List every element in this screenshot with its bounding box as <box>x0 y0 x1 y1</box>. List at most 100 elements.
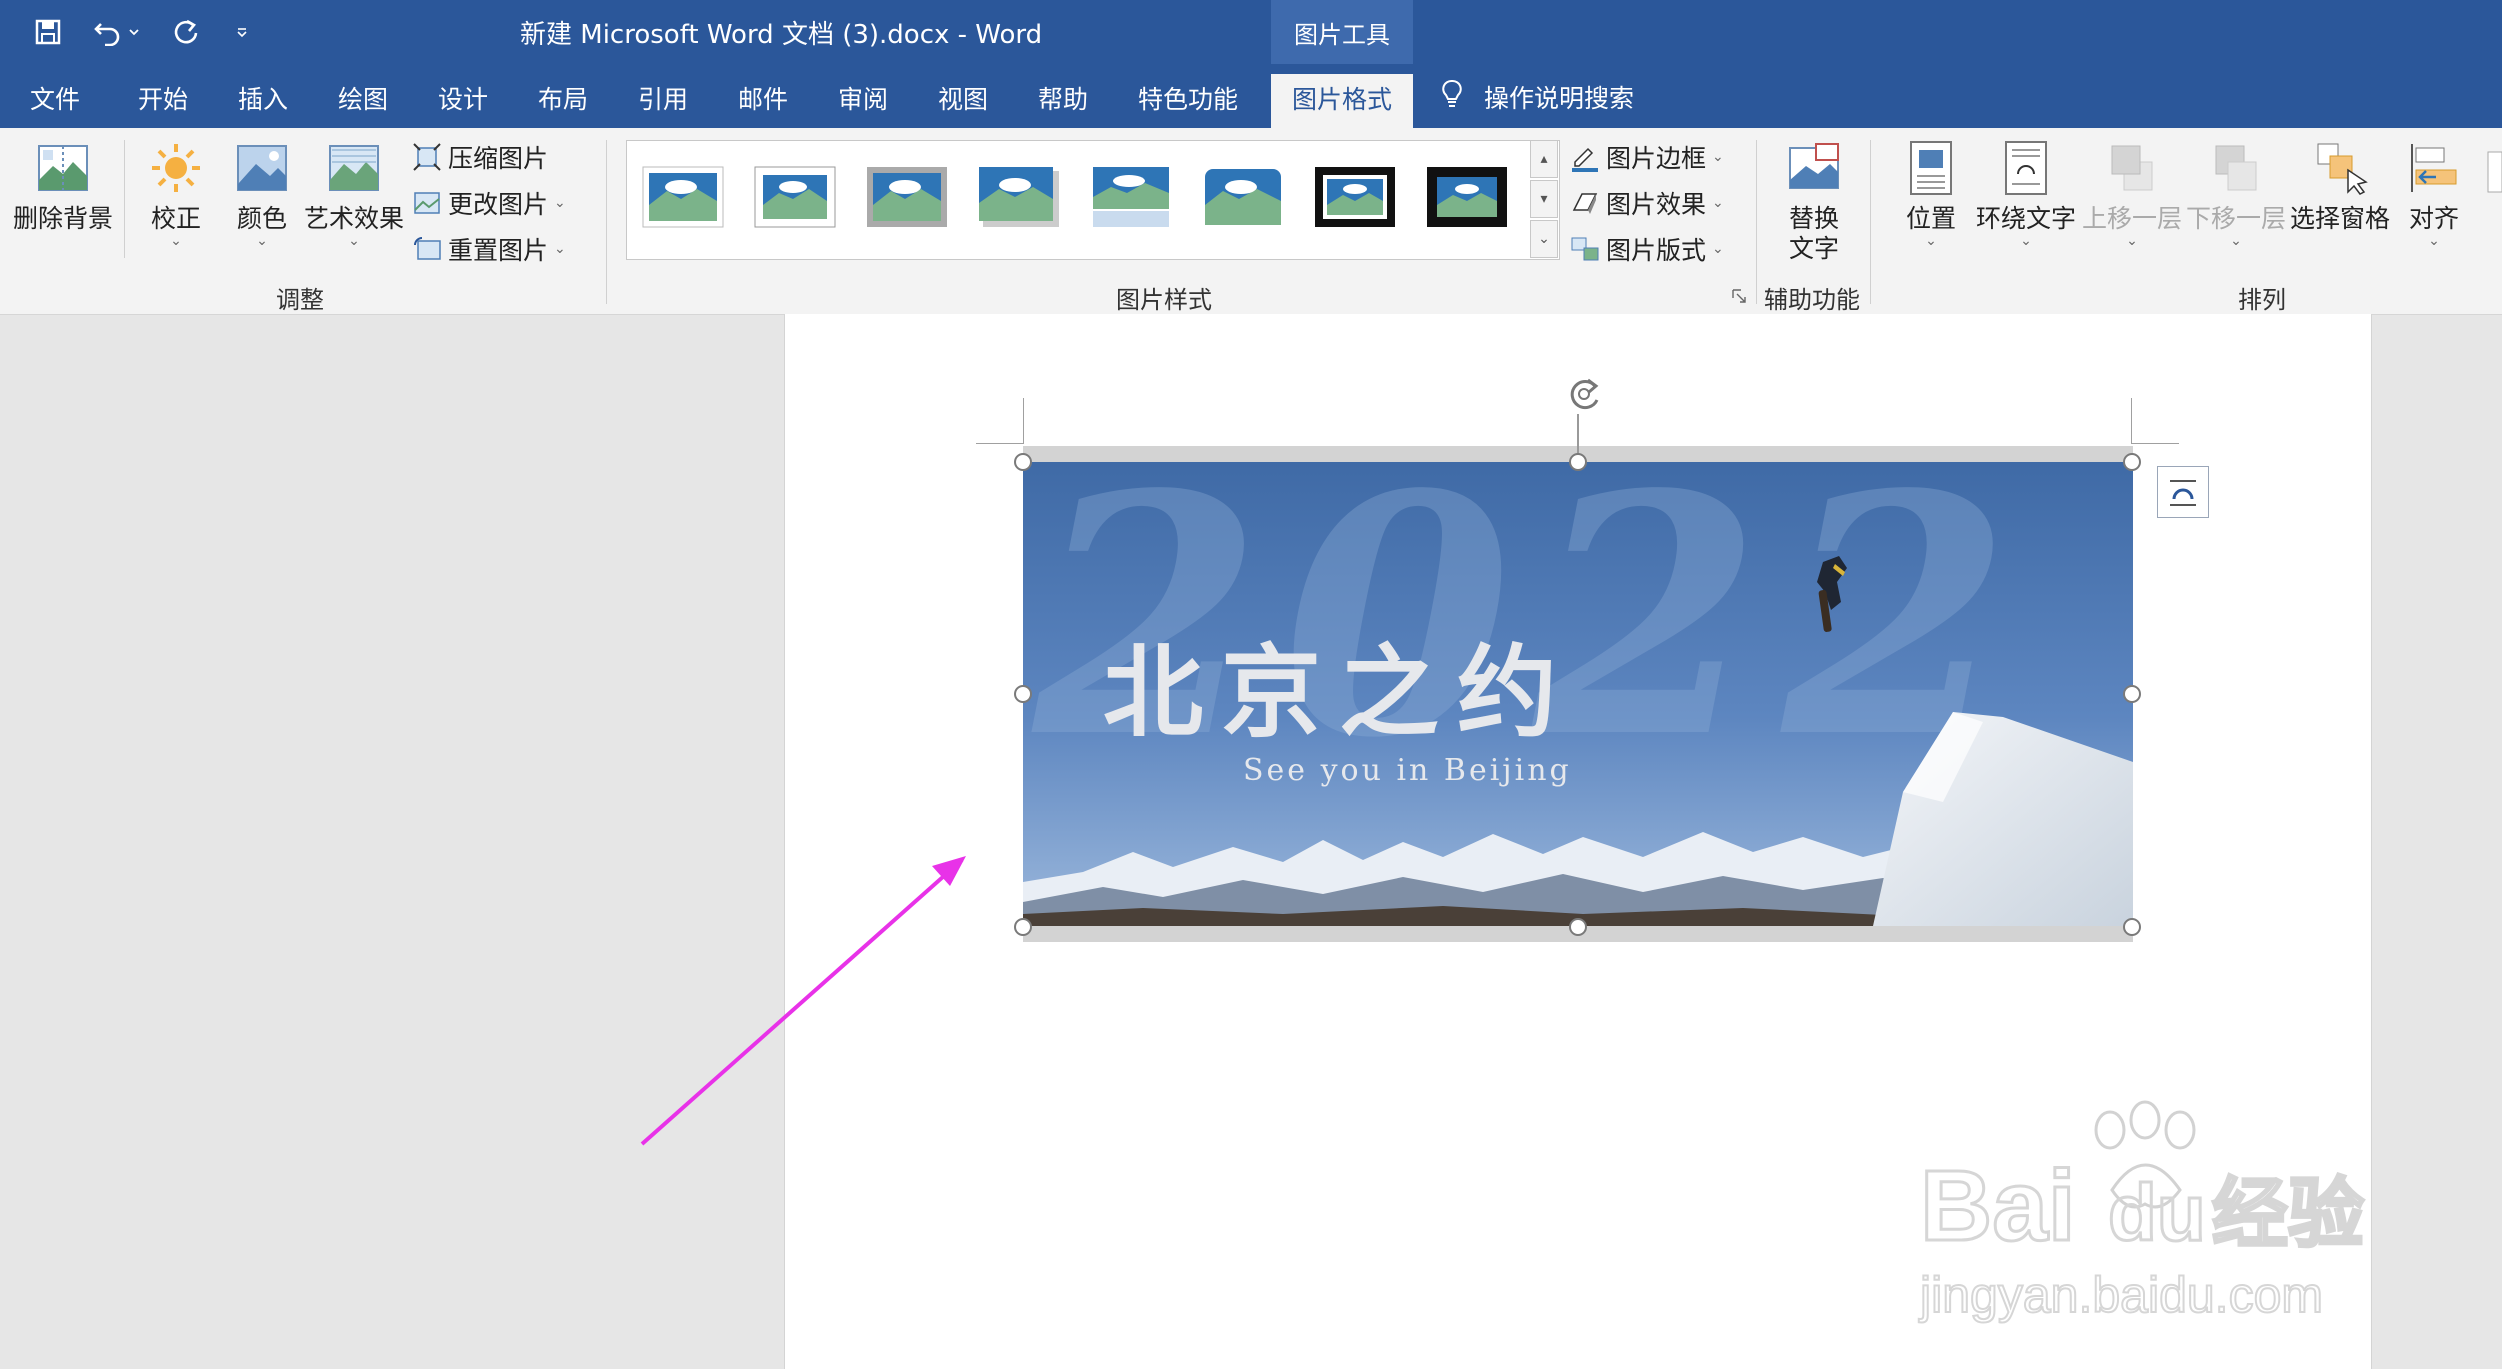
style-thumb-metal-frame[interactable] <box>865 165 949 229</box>
resize-handle-bottom-right[interactable] <box>2123 918 2141 936</box>
reset-picture-button[interactable]: 重置图片 ⌄ <box>412 229 566 269</box>
tab-view[interactable]: 视图 <box>930 74 996 128</box>
picture-layout-icon <box>1571 237 1599 261</box>
redo-icon[interactable] <box>166 14 206 50</box>
tab-design[interactable]: 设计 <box>430 74 496 128</box>
wrap-text-button[interactable]: 环绕文字 ⌄ <box>1972 140 2080 248</box>
group-separator <box>606 140 607 304</box>
compress-label: 压缩图片 <box>448 144 549 173</box>
layout-options-button[interactable] <box>2157 466 2209 518</box>
resize-handle-left[interactable] <box>1014 685 1032 703</box>
group-label-adjust: 调整 <box>276 286 324 314</box>
style-thumb-drop-shadow[interactable] <box>977 165 1061 229</box>
winter-olympics-image: 2022 北京之约 See you in Beijing <box>1023 462 2133 926</box>
sun-icon <box>152 144 200 192</box>
style-thumb-beveled-matte[interactable] <box>753 165 837 229</box>
color-button[interactable]: 颜色 ⌄ <box>226 140 298 248</box>
chevron-down-icon: ⌄ <box>554 241 566 257</box>
corrections-label: 校正 <box>150 204 201 233</box>
chevron-down-icon: ⌄ <box>2020 233 2032 249</box>
picture-effects-button[interactable]: 图片效果 ⌄ <box>1570 183 1724 223</box>
gallery-more-icon[interactable]: ⌄ <box>1530 220 1558 258</box>
chevron-down-icon: ⌄ <box>1925 233 1937 249</box>
resize-handle-top[interactable] <box>1569 453 1587 471</box>
picture-styles-gallery[interactable] <box>626 140 1560 260</box>
resize-handle-bottom[interactable] <box>1569 918 1587 936</box>
picture-border-button[interactable]: 图片边框 ⌄ <box>1570 137 1724 177</box>
style-thumb-soft-edge[interactable] <box>1201 165 1285 229</box>
tab-special-features[interactable]: 特色功能 <box>1130 74 1246 128</box>
send-backward-icon <box>2215 145 2257 191</box>
alt-text-icon <box>1789 143 1839 189</box>
chevron-down-icon: ⌄ <box>1712 241 1724 257</box>
save-icon[interactable] <box>28 14 68 50</box>
tab-file[interactable]: 文件 <box>22 74 88 128</box>
tell-me-search[interactable]: 操作说明搜索 <box>1440 78 1634 116</box>
style-thumb-simple-frame-white[interactable] <box>641 165 725 229</box>
resize-handle-top-right[interactable] <box>2123 453 2141 471</box>
selected-picture[interactable]: 2022 北京之约 See you in Beijing <box>1023 462 2133 926</box>
corrections-button[interactable]: 校正 ⌄ <box>140 140 212 248</box>
group-label-accessibility: 辅助功能 <box>1764 286 1860 314</box>
style-thumb-thick-matte-black[interactable] <box>1425 165 1509 229</box>
gallery-scroll-up-icon[interactable]: ▴ <box>1530 140 1558 178</box>
alt-text-button[interactable]: 替换 文字 <box>1768 140 1860 264</box>
picture-color-icon <box>237 145 287 191</box>
chevron-down-icon: ⌄ <box>1712 195 1724 211</box>
margin-mark <box>2131 398 2132 444</box>
resize-handle-bottom-left[interactable] <box>1014 918 1032 936</box>
picture-effects-label: 图片效果 <box>1606 190 1707 219</box>
send-backward-label: 下移一层 <box>2185 204 2286 233</box>
customize-qat-icon[interactable] <box>230 14 254 50</box>
title-bar: 新建 Microsoft Word 文档 (3).docx - Word 图片工… <box>0 0 2502 64</box>
remove-background-button[interactable]: 删除背景 <box>12 140 114 234</box>
compress-pictures-button[interactable]: 压缩图片 <box>412 137 548 177</box>
pencil-border-icon <box>1572 147 1598 172</box>
tab-draw[interactable]: 绘图 <box>330 74 396 128</box>
send-backward-button[interactable]: 下移一层 ⌄ <box>2184 140 2288 248</box>
watermark-brand-du: du <box>2108 1168 2206 1257</box>
selection-pane-button[interactable]: 选择窗格 <box>2288 140 2392 234</box>
resize-handle-right[interactable] <box>2123 685 2141 703</box>
tab-layout[interactable]: 布局 <box>530 74 596 128</box>
align-button[interactable]: 对齐 ⌄ <box>2394 140 2474 248</box>
picture-border-label: 图片边框 <box>1606 144 1707 173</box>
tab-insert[interactable]: 插入 <box>230 74 296 128</box>
tab-references[interactable]: 引用 <box>630 74 696 128</box>
gallery-scrollbar: ▴ ▾ ⌄ <box>1530 140 1558 258</box>
tab-picture-format[interactable]: 图片格式 <box>1271 74 1413 128</box>
tab-review[interactable]: 审阅 <box>830 74 896 128</box>
artistic-effects-label: 艺术效果 <box>304 204 405 233</box>
align-icon <box>2411 144 2457 192</box>
chevron-down-icon: ⌄ <box>348 233 360 249</box>
wrap-text-label: 环绕文字 <box>1975 204 2076 233</box>
position-button[interactable]: 位置 ⌄ <box>1890 140 1972 248</box>
rotate-handle-icon[interactable] <box>1562 372 1606 416</box>
position-label: 位置 <box>1905 204 1956 233</box>
compress-icon <box>413 143 441 171</box>
change-picture-button[interactable]: 更改图片 ⌄ <box>412 183 566 223</box>
gallery-scroll-down-icon[interactable]: ▾ <box>1530 180 1558 218</box>
annotation-arrow <box>640 856 966 1146</box>
tab-mailings[interactable]: 邮件 <box>730 74 796 128</box>
tab-help[interactable]: 帮助 <box>1030 74 1096 128</box>
margin-mark <box>1023 398 1024 444</box>
margin-mark <box>976 443 1024 444</box>
undo-icon[interactable] <box>88 14 128 50</box>
group-objects-icon[interactable] <box>2480 148 2502 208</box>
change-picture-label: 更改图片 <box>448 190 549 219</box>
artistic-effects-button[interactable]: 艺术效果 ⌄ <box>304 140 404 248</box>
resize-handle-top-left[interactable] <box>1014 453 1032 471</box>
bring-forward-button[interactable]: 上移一层 ⌄ <box>2080 140 2184 248</box>
chevron-down-icon: ⌄ <box>554 195 566 211</box>
style-thumb-double-frame-black[interactable] <box>1313 165 1397 229</box>
watermark-brand: Bai <box>1920 1150 2076 1262</box>
undo-dropdown-icon[interactable] <box>124 14 144 50</box>
watermark-url: jingyan.baidu.com <box>1918 1267 2323 1323</box>
style-thumb-reflected[interactable] <box>1089 165 1173 229</box>
selection-pane-label: 选择窗格 <box>2289 204 2390 233</box>
dialog-launcher-icon[interactable] <box>1732 288 1746 303</box>
picture-layout-button[interactable]: 图片版式 ⌄ <box>1570 229 1724 269</box>
tab-home[interactable]: 开始 <box>130 74 196 128</box>
chevron-down-icon: ⌄ <box>1712 149 1724 165</box>
